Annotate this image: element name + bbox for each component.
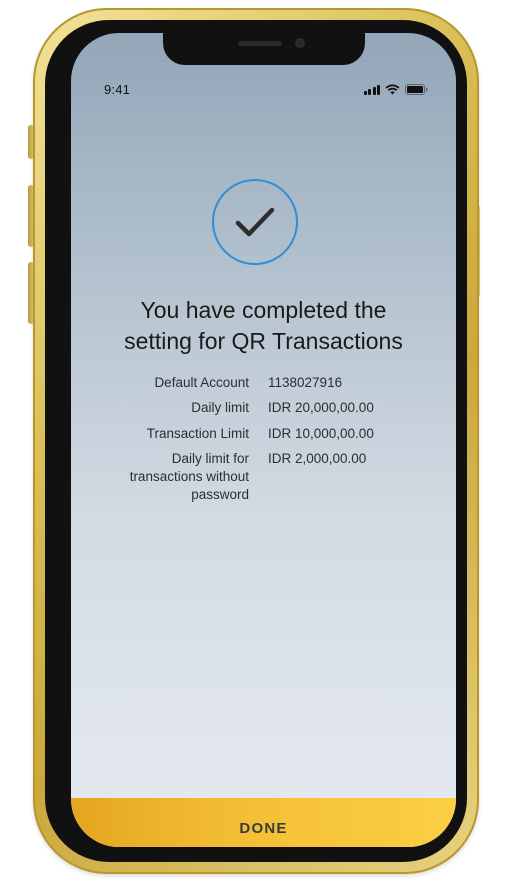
cellular-signal-icon: [363, 84, 380, 95]
completion-title: You have completed the setting for QR Tr…: [81, 295, 446, 357]
checkmark-icon: [235, 207, 275, 237]
status-time: 9:41: [104, 82, 131, 97]
app-screen: 9:41 You have completed the setting for …: [71, 33, 456, 847]
wifi-icon: [385, 84, 400, 95]
front-camera-icon: [295, 38, 305, 48]
completion-title-line-2: setting for QR Transactions: [124, 328, 403, 354]
detail-label: Transaction Limit: [146, 426, 249, 441]
done-button-label: DONE: [239, 820, 288, 837]
battery-icon: [405, 84, 428, 95]
detail-label: Daily limit for transactions without pas…: [129, 451, 249, 502]
detail-label: Daily limit: [191, 400, 249, 415]
completion-title-line-1: You have completed the: [140, 297, 387, 323]
device-mockup: 9:41 You have completed the setting for …: [0, 0, 518, 881]
detail-value: 1138027916: [268, 375, 343, 390]
speaker-grille: [238, 41, 282, 46]
detail-value: IDR 10,000,00.00: [268, 426, 374, 441]
success-indicator: [212, 179, 298, 265]
detail-label: Default Account: [154, 375, 249, 390]
detail-value: IDR 2,000,00.00: [268, 451, 367, 466]
done-button[interactable]: DONE: [71, 798, 456, 847]
notch: [163, 33, 365, 65]
status-icons: [363, 83, 429, 95]
detail-value: IDR 20,000,00.00: [268, 400, 374, 415]
